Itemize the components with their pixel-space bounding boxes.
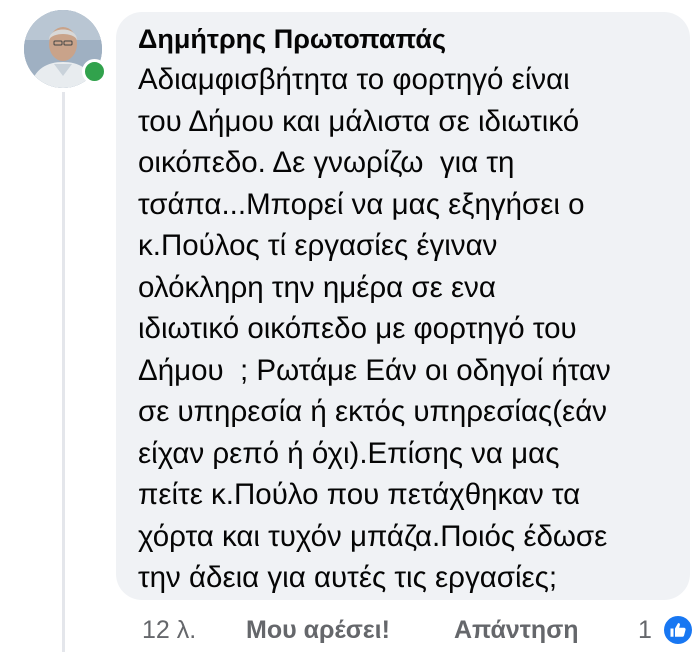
comment-text-line: τσάπα...Μπορεί να μας εξηγήσει ο [138,187,585,221]
comment-text-line: πείτε κ.Πούλο που πετάχθηκαν τα [138,478,581,511]
comment-text-line: την άδεια για αυτές τις εργασίες; [138,561,558,594]
comment-text-line: Δήμου ; Ρωτάμε Εάν οι οδηγοί ήταν [138,353,611,387]
comment-text-line: Αδιαμφισβήτητα το φορτηγό είναι [138,63,570,96]
reply-button[interactable]: Απάντηση [454,610,579,650]
thumbs-up-icon[interactable] [662,614,694,646]
comment-text: Αδιαμφισβήτητα το φορτηγό είναι του Δήμο… [138,59,670,599]
comment-text-line: ολόκληρη την ημέρα σε ενα [138,270,496,304]
comment-timestamp[interactable]: 12 λ. [142,610,196,650]
comment-text-line: οικόπεδο. Δε γνωρίζω για τη [138,146,515,179]
online-status-dot [82,59,107,84]
comment-text-line: είχαν ρεπό ή όχι).Επίσης να μας [138,436,560,470]
comment-text-line: ιδιωτικό οικόπεδο με φορτηγό του [138,312,577,345]
thread-line [62,92,65,652]
like-button[interactable]: Μου αρέσει! [246,610,390,650]
comment-actions: 12 λ. Μου αρέσει! Απάντηση 1 [142,610,697,650]
reaction-count[interactable]: 1 [638,610,652,650]
comment-text-line: χόρτα και τυχόν μπάζα.Ποιός έδωσε [138,519,608,553]
comment-text-line: σε υπηρεσία ή εκτός υπηρεσίας(εάν [138,395,608,428]
comment-text-line: κ.Πούλος τί εργασίες έγιναν [138,229,498,262]
comment-author[interactable]: Δημήτρης Πρωτοπαπάς [138,20,670,58]
comment-bubble: Δημήτρης Πρωτοπαπάς Αδιαμφισβήτητα το φο… [116,12,690,600]
comment-text-line: του Δήμου και μάλιστα σε ιδιωτικό [138,104,580,138]
